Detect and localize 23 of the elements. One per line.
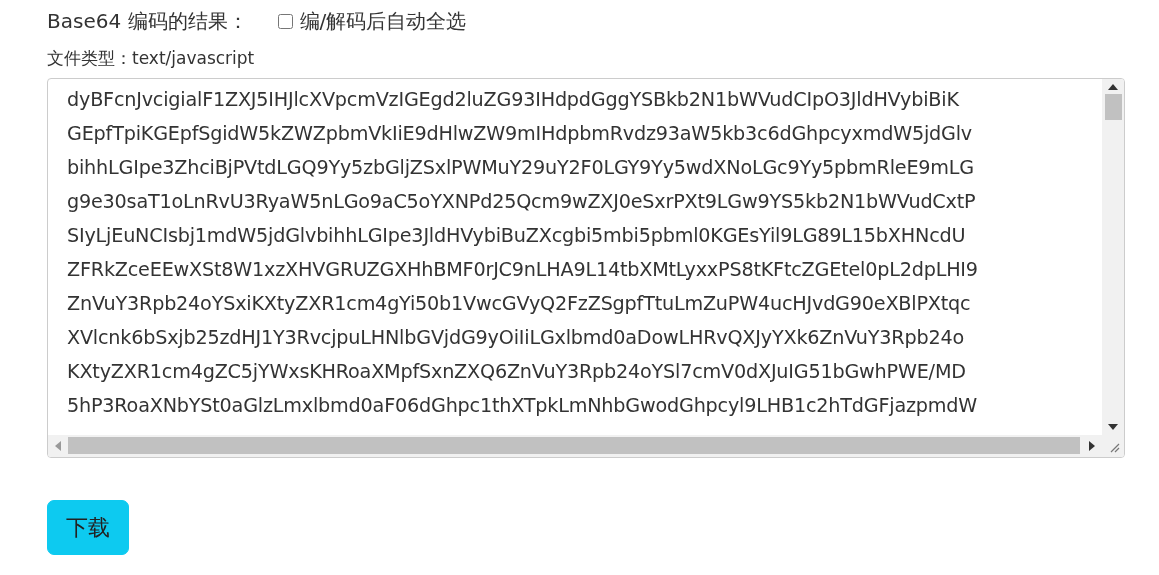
text-line: GEpfTpiKGEpfSgidW5kZWZpbmVkIiE9dHlwZW9mIHdpbmRvdz93aW5kb3c6dGhpcyxmdW5jdGlv — [67, 121, 972, 145]
scroll-left-icon[interactable] — [54, 440, 62, 451]
text-line: KXtyZXR1cm4gZC5jYWxsKHRoaXMpfSxnZXQ6ZnVuY3Rpb24oYSl7cmV0dXJuIG51bGwhPWE/MD — [67, 359, 966, 383]
checkbox-label[interactable]: 编/解码后自动全选 — [299, 4, 467, 38]
text-line: dyBFcnJvcigialF1ZXJ5IHJlcXVpcmVzIGEgd2luZG93IHdpdGggYSBkb2N1bWVudCIpO3JldHVybiBiK — [67, 87, 959, 111]
scrollbar-thumb[interactable] — [68, 437, 1080, 454]
text-line: 5hP3RoaXNbYSt0aGlzLmxlbmd0aF06dGhpc1thXTpkLmNhbGwodGhpcyl9LHB1c2hTdGFjazpmdW — [67, 393, 978, 417]
auto-select-checkbox[interactable] — [277, 13, 293, 29]
resize-grip-icon[interactable] — [1109, 441, 1120, 453]
text-line: g9e30saT1oLnRvU3RyaW5nLGo9aC5oYXNPd25Qcm9wZXJ0eSxrPXt9LGw9YS5kb2N1bWVudCxtP — [67, 189, 976, 213]
result-heading: Base64 编码的结果： — [47, 8, 248, 35]
text-line: XVlcnk6bSxjb25zdHJ1Y3RvcjpuLHNlbGVjdG9yOiIiLGxlbmd0aDowLHRvQXJyYXk6ZnVuY3Rpb24o — [67, 325, 964, 349]
text-line: SIyLjEuNCIsbj1mdW5jdGlvbihhLGIpe3JldHVybiBuZXcgbi5mbi5pbml0KGEsYil9LG89L15bXHNcdU — [67, 223, 966, 247]
output-field[interactable] — [47, 77, 1125, 458]
scroll-down-icon[interactable] — [1108, 422, 1118, 431]
text-line: ZFRkZceEEwXSt8W1xzXHVGRUZGXHhBMF0rJC9nLHA9L14tbXMtLyxxPS8tKFtcZGEtel0pL2dpLHI9 — [67, 257, 978, 281]
file-type-label: 文件类型：text/javascript — [47, 48, 255, 68]
download-button[interactable]: 下载 — [47, 499, 129, 555]
scroll-right-icon[interactable] — [1088, 440, 1096, 451]
text-line: ZnVuY3Rpb24oYSxiKXtyZXR1cm4gYi50b1VwcGVyQ2FzZSgpfTtuLmZuPW4ucHJvdG90eXBlPXtqc — [67, 291, 971, 315]
text-line: bihhLGIpe3ZhciBjPVtdLGQ9Yy5zbGljZSxlPWMuY29uY2F0LGY9Yy5wdXNoLGc9Yy5pbmRleE9mLG — [67, 155, 974, 179]
scroll-up-icon[interactable] — [1108, 82, 1118, 91]
scrollbar-thumb[interactable] — [1104, 93, 1122, 120]
